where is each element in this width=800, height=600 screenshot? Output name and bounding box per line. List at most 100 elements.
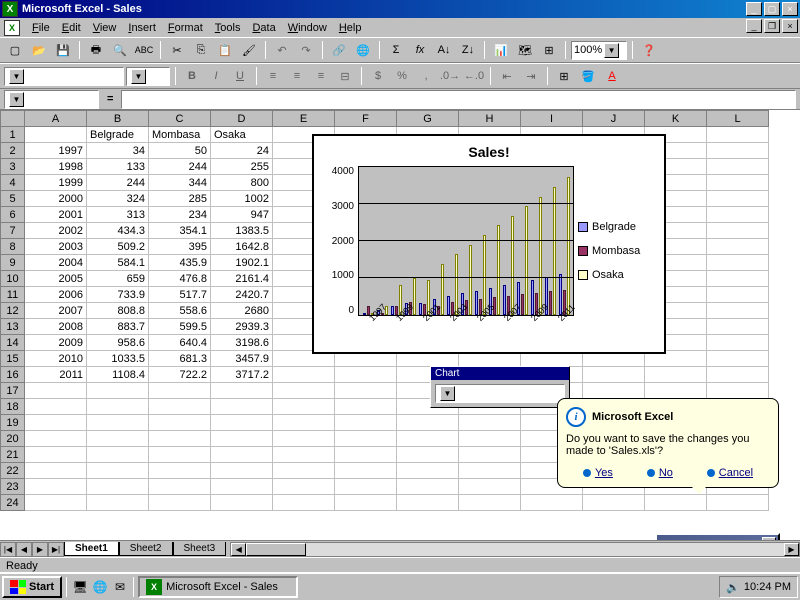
cell-G24[interactable] <box>397 495 459 511</box>
row-header-20[interactable]: 20 <box>1 431 25 447</box>
cell-A24[interactable] <box>25 495 87 511</box>
cell-D13[interactable]: 2939.3 <box>211 319 273 335</box>
cell-B10[interactable]: 659 <box>87 271 149 287</box>
autosum-button[interactable]: Σ <box>385 40 407 61</box>
cell-F20[interactable] <box>335 431 397 447</box>
horizontal-scrollbar[interactable]: ◀ ▶ <box>230 542 800 557</box>
cell-C5[interactable]: 285 <box>149 191 211 207</box>
align-right-button[interactable]: ≡ <box>310 66 332 87</box>
cell-L7[interactable] <box>707 223 769 239</box>
cell-D4[interactable]: 800 <box>211 175 273 191</box>
workbook-minimize-button[interactable]: _ <box>746 19 762 33</box>
redo-button[interactable]: ↷ <box>295 40 317 61</box>
cell-D5[interactable]: 1002 <box>211 191 273 207</box>
row-header-7[interactable]: 7 <box>1 223 25 239</box>
embedded-chart[interactable]: Sales! 40003000200010000 199719992001200… <box>312 134 666 354</box>
cell-B3[interactable]: 133 <box>87 159 149 175</box>
tab-nav-next[interactable]: ▶ <box>32 542 48 557</box>
cell-C10[interactable]: 476.8 <box>149 271 211 287</box>
cell-A4[interactable]: 1999 <box>25 175 87 191</box>
cell-L12[interactable] <box>707 303 769 319</box>
cell-L13[interactable] <box>707 319 769 335</box>
cell-B12[interactable]: 808.8 <box>87 303 149 319</box>
col-header-H[interactable]: H <box>459 111 521 127</box>
cell-B4[interactable]: 244 <box>87 175 149 191</box>
cell-I24[interactable] <box>521 495 583 511</box>
cell-F16[interactable] <box>335 367 397 383</box>
menu-window[interactable]: Window <box>282 20 333 36</box>
cell-A8[interactable]: 2003 <box>25 239 87 255</box>
cell-K17[interactable] <box>645 383 707 399</box>
row-header-11[interactable]: 11 <box>1 287 25 303</box>
cell-F21[interactable] <box>335 447 397 463</box>
cell-B17[interactable] <box>87 383 149 399</box>
cell-D17[interactable] <box>211 383 273 399</box>
copy-button[interactable]: ⎘ <box>190 40 212 61</box>
new-button[interactable]: ▢ <box>4 40 26 61</box>
maximize-button[interactable]: ▢ <box>764 2 780 16</box>
cell-A11[interactable]: 2006 <box>25 287 87 303</box>
col-header-K[interactable]: K <box>645 111 707 127</box>
tray-clock[interactable]: 10:24 PM <box>744 581 791 593</box>
cell-C11[interactable]: 517.7 <box>149 287 211 303</box>
sheet-tab-sheet2[interactable]: Sheet2 <box>119 542 173 556</box>
col-header-D[interactable]: D <box>211 111 273 127</box>
row-header-13[interactable]: 13 <box>1 319 25 335</box>
cell-C6[interactable]: 234 <box>149 207 211 223</box>
row-header-1[interactable]: 1 <box>1 127 25 143</box>
cell-B11[interactable]: 733.9 <box>87 287 149 303</box>
sort-desc-button[interactable]: Z↓ <box>457 40 479 61</box>
cell-B2[interactable]: 34 <box>87 143 149 159</box>
col-header-F[interactable]: F <box>335 111 397 127</box>
zoom-combo[interactable]: 100%▼ <box>571 41 627 60</box>
col-header-G[interactable]: G <box>397 111 459 127</box>
cell-H23[interactable] <box>459 479 521 495</box>
cell-G22[interactable] <box>397 463 459 479</box>
balloon-no-button[interactable]: No <box>647 467 673 479</box>
col-header-L[interactable]: L <box>707 111 769 127</box>
cell-G21[interactable] <box>397 447 459 463</box>
decrease-indent-button[interactable]: ⇤ <box>496 66 518 87</box>
quicklaunch-desktop-icon[interactable]: 🖥 <box>71 578 89 596</box>
tab-nav-first[interactable]: |◀ <box>0 542 16 557</box>
cell-D7[interactable]: 1383.5 <box>211 223 273 239</box>
sheet-tab-sheet1[interactable]: Sheet1 <box>64 542 119 556</box>
cell-B9[interactable]: 584.1 <box>87 255 149 271</box>
cell-A12[interactable]: 2007 <box>25 303 87 319</box>
cell-L8[interactable] <box>707 239 769 255</box>
cell-B24[interactable] <box>87 495 149 511</box>
namebox-dropdown-icon[interactable]: ▼ <box>9 92 24 107</box>
cell-B19[interactable] <box>87 415 149 431</box>
row-header-3[interactable]: 3 <box>1 159 25 175</box>
cell-A16[interactable]: 2011 <box>25 367 87 383</box>
cell-A17[interactable] <box>25 383 87 399</box>
cell-C8[interactable]: 395 <box>149 239 211 255</box>
cell-D18[interactable] <box>211 399 273 415</box>
cell-D12[interactable]: 2680 <box>211 303 273 319</box>
row-header-16[interactable]: 16 <box>1 367 25 383</box>
cell-H22[interactable] <box>459 463 521 479</box>
zoom-dropdown-icon[interactable]: ▼ <box>604 43 619 58</box>
merge-center-button[interactable]: ⊟ <box>334 66 356 87</box>
cell-C14[interactable]: 640.4 <box>149 335 211 351</box>
cell-A20[interactable] <box>25 431 87 447</box>
increase-decimal-button[interactable]: .0→ <box>439 66 461 87</box>
cell-G20[interactable] <box>397 431 459 447</box>
cell-B20[interactable] <box>87 431 149 447</box>
align-center-button[interactable]: ≡ <box>286 66 308 87</box>
decrease-decimal-button[interactable]: ←.0 <box>463 66 485 87</box>
assistant-button[interactable]: ❓ <box>638 40 660 61</box>
select-all-corner[interactable] <box>1 111 25 127</box>
cell-J24[interactable] <box>583 495 645 511</box>
cell-D20[interactable] <box>211 431 273 447</box>
col-header-E[interactable]: E <box>273 111 335 127</box>
cell-C22[interactable] <box>149 463 211 479</box>
cell-L10[interactable] <box>707 271 769 287</box>
undo-button[interactable]: ↶ <box>271 40 293 61</box>
cell-B6[interactable]: 313 <box>87 207 149 223</box>
col-header-B[interactable]: B <box>87 111 149 127</box>
cell-B1[interactable]: Belgrade <box>87 127 149 143</box>
quicklaunch-outlook-icon[interactable]: ✉ <box>111 578 129 596</box>
row-header-21[interactable]: 21 <box>1 447 25 463</box>
row-header-15[interactable]: 15 <box>1 351 25 367</box>
